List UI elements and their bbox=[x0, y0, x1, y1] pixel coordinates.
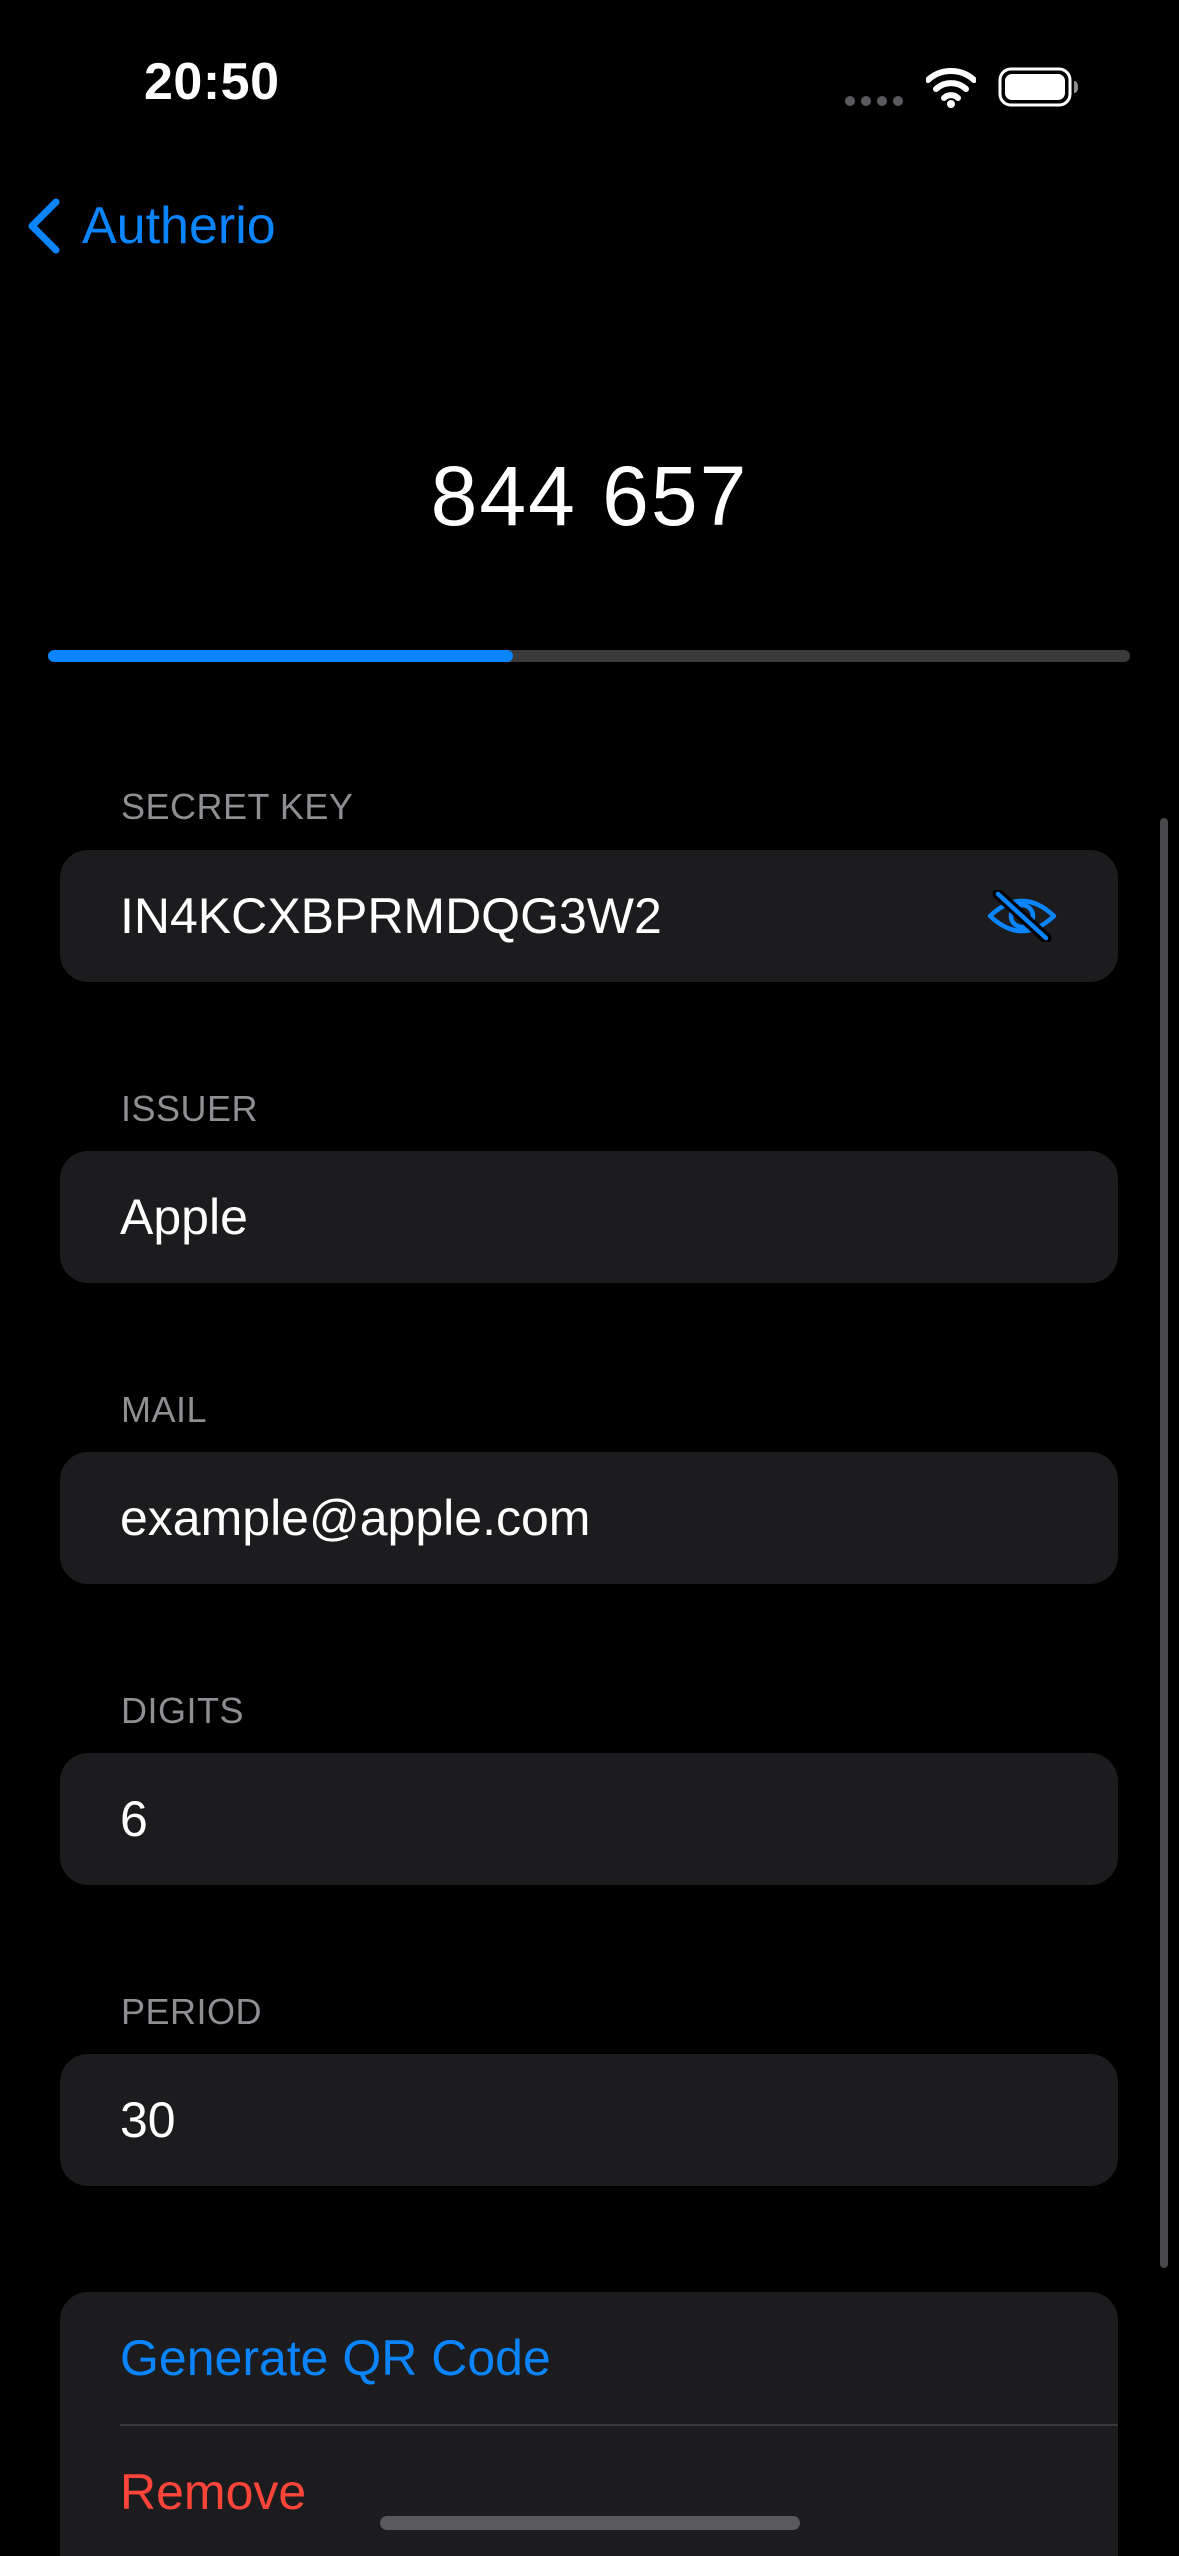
mail-label: MAIL bbox=[121, 1389, 208, 1430]
eye-slash-icon[interactable] bbox=[986, 890, 1058, 942]
back-label: Autherio bbox=[82, 197, 276, 255]
chevron-left-icon bbox=[28, 198, 60, 254]
issuer-field[interactable]: Apple bbox=[60, 1151, 1118, 1283]
otp-countdown-progress-fill bbox=[48, 650, 514, 662]
generate-qr-code-button[interactable]: Generate QR Code bbox=[60, 2292, 1118, 2424]
wifi-icon bbox=[926, 68, 976, 108]
digits-label: DIGITS bbox=[121, 1690, 245, 1731]
secret-key-field[interactable]: IN4KCXBPRMDQG3W2 bbox=[60, 850, 1118, 982]
otp-code: 844 657 bbox=[430, 449, 749, 543]
digits-value[interactable]: 6 bbox=[120, 1790, 148, 1848]
scroll-indicator[interactable] bbox=[1160, 818, 1168, 2268]
mail-field[interactable]: example@apple.com bbox=[60, 1452, 1118, 1584]
period-value[interactable]: 30 bbox=[120, 2091, 176, 2149]
period-label: PERIOD bbox=[121, 1991, 263, 2032]
home-indicator[interactable] bbox=[380, 2516, 800, 2530]
digits-field[interactable]: 6 bbox=[60, 1753, 1118, 1885]
issuer-value[interactable]: Apple bbox=[120, 1188, 248, 1246]
otp-countdown-progress bbox=[48, 650, 1130, 662]
remove-button[interactable]: Remove bbox=[60, 2426, 1118, 2556]
issuer-label: ISSUER bbox=[121, 1088, 259, 1129]
back-button[interactable]: Autherio bbox=[22, 190, 276, 262]
secret-key-value[interactable]: IN4KCXBPRMDQG3W2 bbox=[120, 887, 662, 945]
battery-icon bbox=[998, 67, 1078, 107]
secret-key-label: SECRET KEY bbox=[121, 786, 354, 827]
status-time: 20:50 bbox=[144, 53, 280, 111]
period-field[interactable]: 30 bbox=[60, 2054, 1118, 2186]
cellular-signal-icon bbox=[845, 96, 905, 106]
mail-value[interactable]: example@apple.com bbox=[120, 1489, 590, 1547]
